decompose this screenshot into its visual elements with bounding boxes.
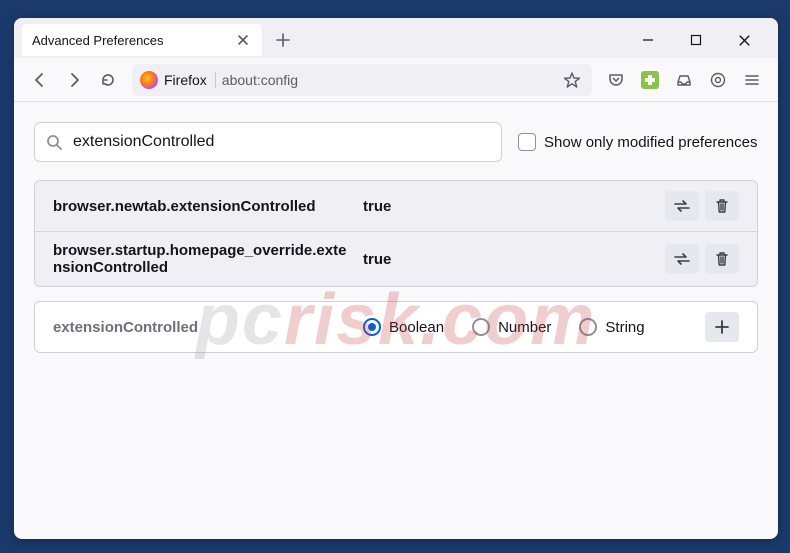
reset-button[interactable] xyxy=(705,244,739,274)
checkbox-label: Show only modified preferences xyxy=(544,134,757,151)
radio-icon xyxy=(363,318,381,336)
inbox-button[interactable] xyxy=(668,64,700,96)
preference-name: browser.startup.homepage_override.extens… xyxy=(53,242,363,276)
tab-title: Advanced Preferences xyxy=(32,33,234,48)
checkbox-icon xyxy=(518,133,536,151)
radio-boolean[interactable]: Boolean xyxy=(363,318,444,336)
radio-string[interactable]: String xyxy=(579,318,644,336)
back-button[interactable] xyxy=(24,64,56,96)
maximize-button[interactable] xyxy=(674,24,718,56)
radio-number[interactable]: Number xyxy=(472,318,551,336)
radio-icon xyxy=(472,318,490,336)
close-tab-icon[interactable] xyxy=(234,31,252,49)
radio-label: Number xyxy=(498,319,551,336)
extension-puzzle-icon xyxy=(641,71,659,89)
new-preference-name: extensionControlled xyxy=(53,319,363,336)
bookmark-star-icon[interactable] xyxy=(560,68,584,92)
radio-label: Boolean xyxy=(389,319,444,336)
browser-window: Advanced Preferences Firefox about:confi… xyxy=(14,18,778,539)
preference-row[interactable]: browser.newtab.extensionControlled true xyxy=(35,181,757,231)
reset-button[interactable] xyxy=(705,191,739,221)
extension-button[interactable] xyxy=(634,64,666,96)
pocket-button[interactable] xyxy=(600,64,632,96)
lifesaver-button[interactable] xyxy=(702,64,734,96)
preference-search-box[interactable] xyxy=(34,122,502,162)
url-toolbar: Firefox about:config xyxy=(14,58,778,102)
window-controls xyxy=(626,24,766,56)
preference-value: true xyxy=(363,198,665,215)
identity-label: Firefox xyxy=(164,72,216,88)
search-icon xyxy=(45,133,63,151)
url-bar[interactable]: Firefox about:config xyxy=(132,64,592,96)
new-preference-row: extensionControlled Boolean Number Strin… xyxy=(34,301,758,353)
titlebar: Advanced Preferences xyxy=(14,18,778,58)
search-row: Show only modified preferences xyxy=(34,122,758,162)
firefox-logo-icon xyxy=(140,71,158,89)
new-tab-button[interactable] xyxy=(268,25,298,55)
browser-tab[interactable]: Advanced Preferences xyxy=(22,24,262,56)
minimize-button[interactable] xyxy=(626,24,670,56)
about-config-content: Show only modified preferences browser.n… xyxy=(14,102,778,373)
radio-label: String xyxy=(605,319,644,336)
close-button[interactable] xyxy=(722,24,766,56)
forward-button[interactable] xyxy=(58,64,90,96)
toggle-button[interactable] xyxy=(665,191,699,221)
url-text: about:config xyxy=(222,72,554,88)
reload-button[interactable] xyxy=(92,64,124,96)
preference-name: browser.newtab.extensionControlled xyxy=(53,198,363,215)
type-radio-group: Boolean Number String xyxy=(363,318,705,336)
preference-value: true xyxy=(363,251,665,268)
add-button[interactable] xyxy=(705,312,739,342)
show-modified-checkbox[interactable]: Show only modified preferences xyxy=(518,133,757,151)
preference-search-input[interactable] xyxy=(73,133,491,151)
results-list: browser.newtab.extensionControlled true … xyxy=(34,180,758,287)
hamburger-menu-button[interactable] xyxy=(736,64,768,96)
toggle-button[interactable] xyxy=(665,244,699,274)
preference-row[interactable]: browser.startup.homepage_override.extens… xyxy=(35,231,757,286)
radio-icon xyxy=(579,318,597,336)
